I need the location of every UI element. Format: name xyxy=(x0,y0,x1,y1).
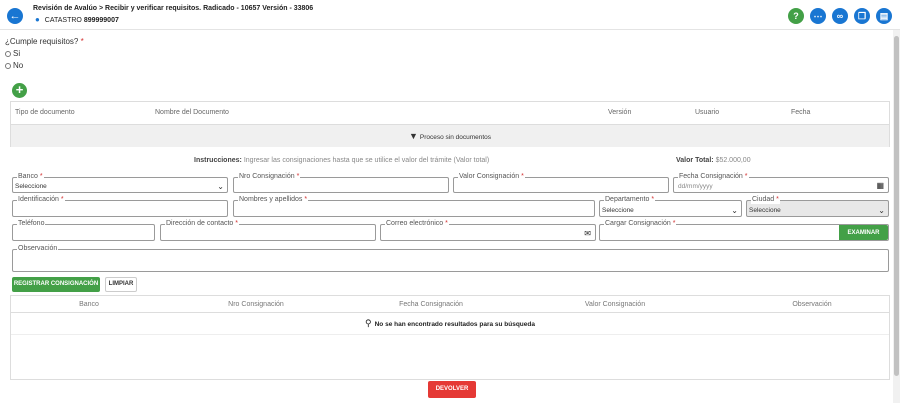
comment-icon[interactable]: ▤ xyxy=(876,8,892,24)
paperclip-icon[interactable]: ∞ xyxy=(832,8,848,24)
radio-no-label: No xyxy=(13,61,24,70)
radio-circle-icon[interactable] xyxy=(5,62,11,69)
add-document-button[interactable]: + xyxy=(12,83,27,98)
col-banco: Banco xyxy=(79,301,99,308)
documents-empty-message: Proceso sin documentos xyxy=(419,134,492,141)
chevron-down-icon: ⌄ xyxy=(731,206,738,215)
cargar-consignacion-input[interactable]: Cargar Consignación * EXAMINAR xyxy=(599,220,889,241)
radio-circle-icon[interactable] xyxy=(5,50,11,57)
user-icon: ● xyxy=(35,15,40,24)
col-usuario: Usuario xyxy=(695,109,720,116)
banco-select[interactable]: Banco * Seleccione ⌄ xyxy=(12,173,228,193)
chevron-down-icon: ⌄ xyxy=(878,206,885,215)
page-header: ← Revisión de Avalúo > Recibir y verific… xyxy=(0,0,900,30)
question-icon[interactable]: ? xyxy=(788,8,804,24)
devolver-button[interactable]: DEVOLVER xyxy=(428,381,476,398)
valor-total: Valor Total: $52.000,00 xyxy=(676,157,751,164)
identificacion-input[interactable]: Identificación * xyxy=(12,196,228,217)
documents-table: Tipo de documento Nombre del Documento V… xyxy=(10,101,890,147)
chevron-down-icon: ⌄ xyxy=(217,182,224,191)
thumbs-down-icon: ▼ xyxy=(408,131,418,141)
registrar-consignacion-button[interactable]: REGISTRAR CONSIGNACIÓN xyxy=(12,277,100,292)
departamento-value: Seleccione xyxy=(602,207,634,214)
scrollbar-thumb[interactable] xyxy=(894,36,899,376)
col-tipo-documento: Tipo de documento xyxy=(15,109,75,116)
documents-empty-row: ▼ Proceso sin documentos xyxy=(11,124,889,147)
requisitos-question: ¿Cumple requisitos? * xyxy=(5,37,84,46)
catastro-label: CATASTRO xyxy=(44,17,82,24)
nro-consignacion-input[interactable]: Nro Consignación * xyxy=(233,173,449,193)
direccion-input[interactable]: Dirección de contacto * xyxy=(160,220,376,241)
catastro-info: ● CATASTRO 899999007 xyxy=(35,15,119,24)
ciudad-select[interactable]: Ciudad * Seleccione ⌄ xyxy=(746,196,889,217)
col-valor-consignacion: Valor Consignación xyxy=(584,301,646,308)
documents-table-header: Tipo de documento Nombre del Documento V… xyxy=(11,102,889,124)
valor-consignacion-input[interactable]: Valor Consignación * xyxy=(453,173,669,193)
ellipsis-icon[interactable]: ⋯ xyxy=(810,8,826,24)
examinar-button[interactable]: EXAMINAR xyxy=(839,225,888,240)
catastro-value: 899999007 xyxy=(83,17,119,24)
back-arrow-icon[interactable]: ← xyxy=(7,8,23,24)
col-fecha-consignacion: Fecha Consignación xyxy=(399,301,463,308)
search-icon: ⚲ xyxy=(365,318,372,328)
col-nombre-documento: Nombre del Documento xyxy=(155,109,229,116)
envelope-icon: ✉ xyxy=(584,229,591,238)
col-nro-consignacion: Nro Consignación xyxy=(228,301,284,308)
observacion-input[interactable]: Observación xyxy=(12,245,889,272)
fecha-consignacion-input[interactable]: Fecha Consignación * dd/mm/yyyy ▦ xyxy=(673,173,889,193)
breadcrumb: Revisión de Avalúo > Recibir y verificar… xyxy=(33,5,314,12)
consignaciones-empty-message: No se han encontrado resultados para su … xyxy=(374,321,535,328)
header-actions: ? ⋯ ∞ ❐ ▤ xyxy=(788,8,892,24)
banco-value: Seleccione xyxy=(15,183,47,190)
radio-no[interactable]: No xyxy=(5,61,23,70)
ciudad-value: Seleccione xyxy=(749,207,781,214)
departamento-select[interactable]: Departamento * Seleccione ⌄ xyxy=(599,196,742,217)
consignaciones-table: Banco Nro Consignación Fecha Consignació… xyxy=(10,295,890,380)
limpiar-button[interactable]: LIMPIAR xyxy=(105,277,137,292)
calendar-icon[interactable]: ▦ xyxy=(876,181,884,190)
copy-icon[interactable]: ❐ xyxy=(854,8,870,24)
telefono-input[interactable]: Teléfono xyxy=(12,220,155,241)
instructions: Instrucciones: Ingresar las consignacion… xyxy=(194,157,490,164)
consignaciones-table-header: Banco Nro Consignación Fecha Consignació… xyxy=(11,296,889,313)
nombres-input[interactable]: Nombres y apellidos * xyxy=(233,196,595,217)
radio-si[interactable]: Si xyxy=(5,49,20,58)
col-fecha: Fecha xyxy=(791,109,811,116)
correo-input[interactable]: Correo electrónico * ✉ xyxy=(380,220,596,241)
col-version: Versión xyxy=(608,109,632,116)
col-observacion: Observación xyxy=(792,301,832,308)
radio-si-label: Si xyxy=(13,49,21,58)
fecha-placeholder: dd/mm/yyyy xyxy=(678,183,713,190)
consignaciones-empty-row: ⚲ No se han encontrado resultados para su… xyxy=(11,313,889,335)
